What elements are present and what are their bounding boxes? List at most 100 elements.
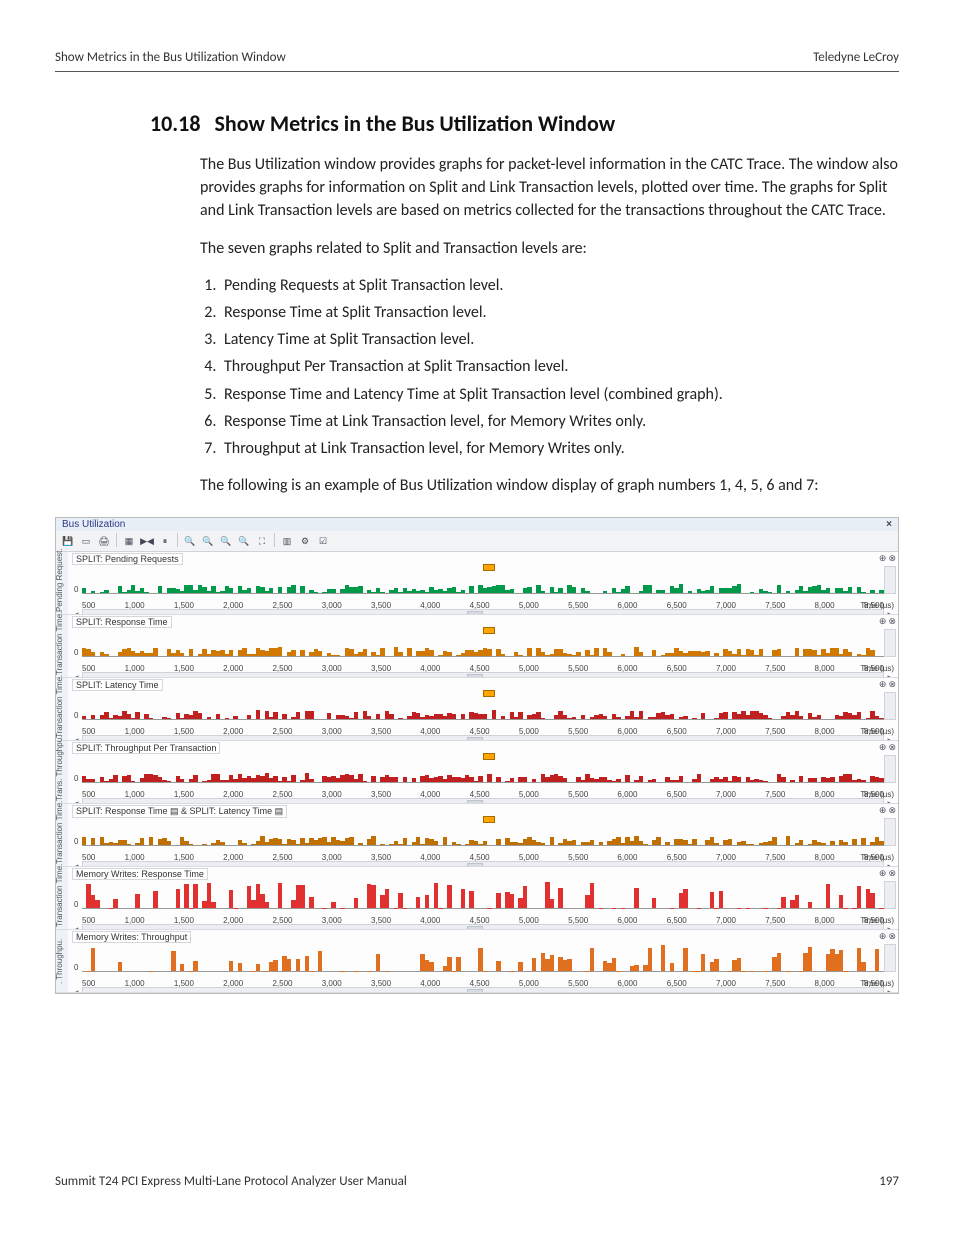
gear-icon[interactable]: ⊗ bbox=[888, 616, 896, 627]
list-item: Throughput Per Transaction at Split Tran… bbox=[220, 355, 899, 378]
panel-title: SPLIT: Response Time ▤ & SPLIT: Latency … bbox=[72, 805, 287, 818]
time-marker-icon[interactable] bbox=[483, 627, 495, 634]
horizontal-scrollbar[interactable]: ◄► bbox=[82, 798, 884, 803]
play-prev-icon[interactable]: ▶◀ bbox=[139, 533, 155, 549]
gear-icon[interactable]: ⊗ bbox=[888, 805, 896, 816]
separator bbox=[116, 533, 117, 547]
plus-icon[interactable]: ⊕ bbox=[879, 679, 887, 690]
plot-area[interactable] bbox=[82, 881, 884, 909]
plus-icon[interactable]: ⊕ bbox=[879, 868, 887, 879]
scroll-left-icon[interactable]: ◄ bbox=[71, 673, 81, 677]
list-item: Latency Time at Split Transaction level. bbox=[220, 328, 899, 351]
y-axis-label: Transaction Time. bbox=[56, 678, 68, 740]
panel-controls: ⊕⊗ bbox=[879, 805, 896, 816]
list-item: Response Time at Link Transaction level,… bbox=[220, 410, 899, 433]
toolbar: 💾 ▭ 🖨 ▦ ▶◀ ⏸ 🔍 🔍 🔍 🔍 ⛶ ▥ ⚙ ☑ bbox=[56, 531, 898, 552]
scroll-right-icon[interactable]: ► bbox=[885, 673, 895, 677]
list-item: Response Time at Split Transaction level… bbox=[220, 301, 899, 324]
y-axis-label: . Throughpu. bbox=[56, 930, 68, 992]
vertical-scrollbar[interactable] bbox=[884, 692, 896, 720]
panel-controls: ⊕⊗ bbox=[879, 553, 896, 564]
time-marker-icon[interactable] bbox=[483, 564, 495, 571]
plus-icon[interactable]: ⊕ bbox=[879, 616, 887, 627]
axis-zero: 0 bbox=[74, 774, 78, 783]
save-icon[interactable]: 💾 bbox=[60, 533, 76, 549]
vertical-scrollbar[interactable] bbox=[884, 629, 896, 657]
zoom-out-icon[interactable]: 🔍 bbox=[200, 533, 216, 549]
scroll-left-icon[interactable]: ◄ bbox=[71, 988, 81, 992]
page-footer: Summit T24 PCI Express Multi-Lane Protoc… bbox=[55, 1174, 899, 1189]
zoom-region-icon[interactable]: 🔍 bbox=[236, 533, 252, 549]
paragraph-1: The Bus Utilization window provides grap… bbox=[200, 153, 899, 223]
horizontal-scrollbar[interactable]: ◄► bbox=[82, 924, 884, 929]
plus-icon[interactable]: ⊕ bbox=[879, 931, 887, 942]
panel-title: Memory Writes: Throughput bbox=[72, 931, 191, 943]
open-icon[interactable]: ▭ bbox=[78, 533, 94, 549]
vertical-scrollbar[interactable] bbox=[884, 881, 896, 909]
scroll-right-icon[interactable]: ► bbox=[885, 988, 895, 992]
horizontal-scrollbar[interactable]: ◄► bbox=[82, 609, 884, 614]
zoom-in-icon[interactable]: 🔍 bbox=[182, 533, 198, 549]
print-icon[interactable]: 🖨 bbox=[96, 533, 112, 549]
scroll-right-icon[interactable]: ► bbox=[885, 925, 895, 929]
pause-icon[interactable]: ⏸ bbox=[157, 533, 173, 549]
y-axis-label: Transaction Time. bbox=[56, 804, 68, 866]
grid-icon[interactable]: ▦ bbox=[121, 533, 137, 549]
scroll-left-icon[interactable]: ◄ bbox=[71, 799, 81, 803]
panel-controls: ⊕⊗ bbox=[879, 868, 896, 879]
list-item: Response Time and Latency Time at Split … bbox=[220, 383, 899, 406]
window-title: Bus Utilization bbox=[62, 519, 125, 530]
time-marker-icon[interactable] bbox=[483, 690, 495, 697]
plot-area[interactable] bbox=[82, 944, 884, 972]
header-left: Show Metrics in the Bus Utilization Wind… bbox=[55, 50, 286, 65]
header-right: Teledyne LeCroy bbox=[813, 50, 899, 65]
axis-zero: 0 bbox=[74, 585, 78, 594]
y-axis-label: Pending Request. bbox=[56, 552, 68, 614]
check-icon[interactable]: ☑ bbox=[315, 533, 331, 549]
zoom-fit-icon[interactable]: 🔍 bbox=[218, 533, 234, 549]
plus-icon[interactable]: ⊕ bbox=[879, 553, 887, 564]
vertical-scrollbar[interactable] bbox=[884, 818, 896, 846]
horizontal-scrollbar[interactable]: ◄► bbox=[82, 987, 884, 992]
export-icon[interactable]: ▥ bbox=[279, 533, 295, 549]
panel-body: SPLIT: Pending Requests⊕⊗05001,0001,5002… bbox=[68, 552, 898, 614]
time-marker-icon[interactable] bbox=[483, 816, 495, 823]
settings-icon[interactable]: ⚙ bbox=[297, 533, 313, 549]
vertical-scrollbar[interactable] bbox=[884, 755, 896, 783]
gear-icon[interactable]: ⊗ bbox=[888, 679, 896, 690]
axis-zero: 0 bbox=[74, 711, 78, 720]
plus-icon[interactable]: ⊕ bbox=[879, 742, 887, 753]
expand-icon[interactable]: ⛶ bbox=[254, 533, 270, 549]
scroll-right-icon[interactable]: ► bbox=[885, 736, 895, 740]
chart-panel: Pending Request. SPLIT: Pending Requests ⊕… bbox=[56, 552, 898, 615]
time-marker-icon[interactable] bbox=[483, 753, 495, 760]
panel-title: SPLIT: Pending Requests bbox=[72, 553, 183, 565]
scroll-left-icon[interactable]: ◄ bbox=[71, 862, 81, 866]
close-icon[interactable]: × bbox=[886, 519, 892, 530]
vertical-scrollbar[interactable] bbox=[884, 944, 896, 972]
y-axis-label: Transaction Time. bbox=[56, 615, 68, 677]
bus-utilization-window: Bus Utilization × 💾 ▭ 🖨 ▦ ▶◀ ⏸ 🔍 🔍 🔍 🔍 ⛶… bbox=[55, 517, 899, 994]
horizontal-scrollbar[interactable]: ◄► bbox=[82, 861, 884, 866]
horizontal-scrollbar[interactable]: ◄► bbox=[82, 672, 884, 677]
panel-title: SPLIT: Latency Time bbox=[72, 679, 163, 691]
plus-icon[interactable]: ⊕ bbox=[879, 805, 887, 816]
scroll-left-icon[interactable]: ◄ bbox=[71, 736, 81, 740]
gear-icon[interactable]: ⊗ bbox=[888, 553, 896, 564]
scroll-right-icon[interactable]: ► bbox=[885, 610, 895, 614]
vertical-scrollbar[interactable] bbox=[884, 566, 896, 594]
panel-body: SPLIT: Response Time ▤ & SPLIT: Latency … bbox=[68, 804, 898, 866]
horizontal-scrollbar[interactable]: ◄► bbox=[82, 735, 884, 740]
window-titlebar: Bus Utilization × bbox=[56, 518, 898, 531]
gear-icon[interactable]: ⊗ bbox=[888, 742, 896, 753]
scroll-left-icon[interactable]: ◄ bbox=[71, 610, 81, 614]
panel-controls: ⊕⊗ bbox=[879, 931, 896, 942]
paragraph-2: The seven graphs related to Split and Tr… bbox=[200, 237, 899, 260]
scroll-left-icon[interactable]: ◄ bbox=[71, 925, 81, 929]
separator bbox=[274, 533, 275, 547]
scroll-right-icon[interactable]: ► bbox=[885, 862, 895, 866]
gear-icon[interactable]: ⊗ bbox=[888, 931, 896, 942]
scroll-right-icon[interactable]: ► bbox=[885, 799, 895, 803]
gear-icon[interactable]: ⊗ bbox=[888, 868, 896, 879]
y-axis-label: Trans. Throughpu. bbox=[56, 741, 68, 803]
